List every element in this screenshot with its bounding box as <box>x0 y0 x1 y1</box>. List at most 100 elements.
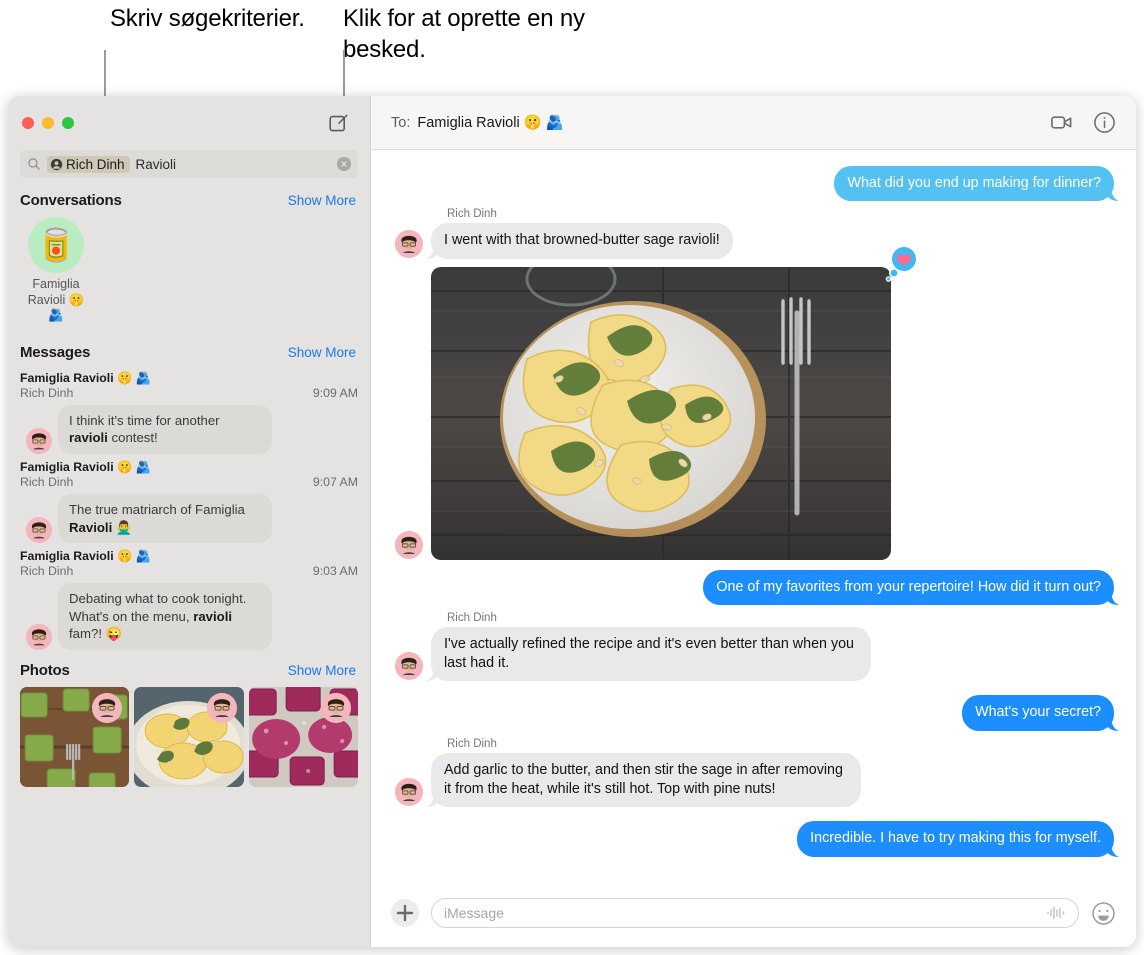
minimize-button[interactable] <box>42 117 54 129</box>
result-conversation-name: Famiglia Ravioli 🤫 🫂 <box>20 370 152 385</box>
sender-label: Rich Dinh <box>447 208 497 221</box>
bubble-tail-icon <box>1105 589 1119 605</box>
section-header-conversations: Conversations Show More <box>8 188 370 215</box>
message-thread[interactable]: What did you end up making for dinner? R… <box>371 150 1136 883</box>
result-message-bubble[interactable]: Debating what to cook tonight. What's on… <box>54 583 272 650</box>
search-icon <box>27 157 41 171</box>
search-match-highlight: Ravioli <box>69 519 113 535</box>
add-attachment-icon[interactable] <box>391 899 419 927</box>
maximize-button[interactable] <box>62 117 74 129</box>
group-avatar-icon: 🥫 <box>28 217 84 273</box>
message-bubble-outgoing[interactable]: One of my favorites from your repertoire… <box>703 569 1119 605</box>
person-icon <box>50 158 63 170</box>
avatar <box>395 778 423 807</box>
result-message-bubble[interactable]: I think it's time for another ravioli co… <box>54 404 272 455</box>
message-bubble-incoming[interactable]: I went with that browned-butter sage rav… <box>426 223 733 259</box>
conversation-result-item[interactable]: 🥫 Famiglia Ravioli 🤫 🫂 <box>20 217 92 324</box>
message-text: One of my favorites from your repertoire… <box>716 578 1101 595</box>
result-timestamp: 9:09 AM <box>312 385 358 400</box>
result-timestamp: 9:03 AM <box>312 564 358 579</box>
message-result-item[interactable]: Famiglia Ravioli 🤫 🫂 Rich Dinh 9:03 AM Deba… <box>8 545 370 652</box>
message-row-outgoing: What's your secret? <box>395 695 1119 731</box>
message-text: I've actually refined the recipe and it'… <box>444 635 854 672</box>
info-icon[interactable] <box>1093 111 1116 134</box>
message-bubble-outgoing[interactable]: Incredible. I have to try making this fo… <box>797 821 1119 857</box>
sidebar: Rich Dinh Ravioli Conversations Show Mor… <box>8 96 370 947</box>
message-row-outgoing: What did you end up making for dinner? <box>395 166 1119 202</box>
result-message-bubble[interactable]: The true matriarch of Famiglia Ravioli 🙅… <box>54 493 272 544</box>
section-title-conversations: Conversations <box>20 192 122 209</box>
messages-window: Rich Dinh Ravioli Conversations Show Mor… <box>8 96 1136 947</box>
message-input-placeholder: iMessage <box>444 905 504 921</box>
photo-result-item[interactable] <box>134 686 244 787</box>
avatar <box>395 530 423 559</box>
message-input-field[interactable]: iMessage <box>431 898 1079 928</box>
message-row-incoming-image <box>395 244 1114 560</box>
conversation-name-line2: Ravioli 🤫 🫂 <box>27 292 85 323</box>
search-match-highlight: ravioli <box>193 608 233 624</box>
result-sender: Rich Dinh <box>20 385 74 400</box>
section-header-messages: Messages Show More <box>8 340 370 367</box>
ravioli-photo <box>431 266 891 560</box>
bubble-tail-icon <box>426 666 440 682</box>
message-bubble-outgoing[interactable]: What did you end up making for dinner? <box>834 166 1119 202</box>
conversation-pane: To: Famiglia Ravioli 🤫 🫂 What did you en… <box>370 96 1136 947</box>
bubble-tail-icon <box>426 792 440 808</box>
message-results-list: Famiglia Ravioli 🤫 🫂 Rich Dinh 9:09 AM I th… <box>8 367 370 652</box>
avatar <box>26 427 52 454</box>
audio-waveform-icon[interactable] <box>1046 905 1066 921</box>
sidebar-titlebar <box>8 96 370 150</box>
bubble-tail-icon <box>426 243 440 259</box>
photo-sender-avatar <box>206 692 237 723</box>
recipient-name[interactable]: Famiglia Ravioli 🤫 🫂 <box>417 114 564 131</box>
window-traffic-lights <box>22 117 74 129</box>
bubble-tail-icon <box>1105 715 1119 731</box>
message-result-item[interactable]: Famiglia Ravioli 🤫 🫂 Rich Dinh 9:09 AM I th… <box>8 367 370 456</box>
show-more-photos[interactable]: Show More <box>288 663 356 678</box>
search-query-text: Ravioli <box>135 156 177 172</box>
photo-sender-avatar <box>92 692 123 723</box>
sender-label: Rich Dinh <box>447 737 497 750</box>
bubble-tail-icon <box>1105 841 1119 857</box>
search-results-list[interactable]: Conversations Show More 🥫 Famiglia Ravio… <box>8 188 370 947</box>
conversation-name-line1: Famiglia <box>32 277 80 291</box>
search-input[interactable]: Rich Dinh Ravioli <box>20 150 358 178</box>
message-row-incoming: I went with that browned-butter sage rav… <box>395 223 1114 259</box>
message-bubble-incoming[interactable]: Add garlic to the butter, and then stir … <box>426 752 861 808</box>
conversations-results: 🥫 Famiglia Ravioli 🤫 🫂 <box>8 215 370 340</box>
clear-search-icon[interactable] <box>337 157 351 171</box>
section-title-messages: Messages <box>20 343 91 361</box>
message-bubble-outgoing[interactable]: What's your secret? <box>962 695 1119 731</box>
message-text: What's your secret? <box>975 704 1101 721</box>
close-button[interactable] <box>22 117 34 129</box>
photo-results <box>8 685 370 787</box>
result-sender: Rich Dinh <box>20 564 74 579</box>
callout-search-text: Skriv søgekriterier. <box>110 5 305 32</box>
bubble-tail-icon <box>1105 186 1119 202</box>
photo-result-item[interactable] <box>248 686 358 787</box>
section-header-photos: Photos Show More <box>8 652 370 685</box>
photo-result-item[interactable] <box>20 686 130 787</box>
emoji-picker-icon[interactable] <box>1091 901 1116 926</box>
avatar <box>26 623 52 650</box>
message-bubble-incoming[interactable]: I've actually refined the recipe and it'… <box>426 626 871 682</box>
search-token-contact[interactable]: Rich Dinh <box>47 155 130 173</box>
result-conversation-name: Famiglia Ravioli 🤫 🫂 <box>20 459 152 474</box>
avatar <box>395 229 423 258</box>
message-row-outgoing: One of my favorites from your repertoire… <box>395 569 1119 605</box>
tapback-heart-icon[interactable] <box>883 244 921 283</box>
search-match-highlight: ravioli <box>69 430 108 446</box>
sender-label: Rich Dinh <box>447 611 497 624</box>
message-text: I went with that browned-butter sage rav… <box>444 232 720 249</box>
avatar <box>395 652 423 681</box>
image-attachment[interactable] <box>431 244 918 560</box>
to-label: To: <box>391 114 411 131</box>
header-actions <box>1050 111 1116 134</box>
conversation-header: To: Famiglia Ravioli 🤫 🫂 <box>371 96 1136 150</box>
message-result-item[interactable]: Famiglia Ravioli 🤫 🫂 Rich Dinh 9:07 AM The … <box>8 456 370 545</box>
facetime-video-icon[interactable] <box>1050 111 1073 134</box>
callout-compose-text: Klik for at oprette en ny besked. <box>343 5 585 63</box>
show-more-conversations[interactable]: Show More <box>288 193 356 208</box>
compose-new-message-icon[interactable] <box>328 112 350 134</box>
show-more-messages[interactable]: Show More <box>288 345 356 360</box>
